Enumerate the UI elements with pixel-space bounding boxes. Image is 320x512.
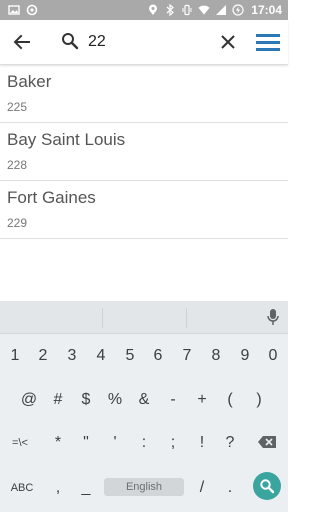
key-exclamation[interactable]: ! [188,428,216,458]
result-code: 229 [7,216,28,230]
result-code: 228 [7,158,28,172]
key-double-quote[interactable]: " [72,428,100,458]
search-icon [60,31,80,51]
key-open-paren[interactable]: ( [216,385,244,415]
keyboard-row-symbols-2: =\< * " ' : ; ! ? [0,428,288,458]
key-0[interactable]: 0 [259,341,287,371]
search-icon [260,479,275,494]
microphone-icon [267,309,279,325]
key-question[interactable]: ? [216,428,244,458]
key-colon[interactable]: : [130,428,158,458]
result-name: Baker [7,72,52,91]
search-input[interactable] [88,30,208,54]
status-right-icons: 17:04 [147,3,288,17]
keyboard-row-symbols-1: @ # $ % & - + ( ) [0,385,288,415]
signal-icon [215,4,227,16]
result-code: 225 [7,100,28,114]
key-more-symbols[interactable]: =\< [6,428,34,458]
key-5[interactable]: 5 [116,341,144,371]
bluetooth-icon [164,4,176,16]
key-plus[interactable]: + [188,385,216,415]
key-single-quote[interactable]: ' [101,428,129,458]
wifi-icon [198,4,210,16]
battery-icon [232,4,244,16]
search-app-bar [0,20,288,65]
list-item[interactable]: Bay Saint Louis 228 [0,123,288,181]
key-8[interactable]: 8 [202,341,230,371]
key-3[interactable]: 3 [58,341,86,371]
key-underscore[interactable]: _ [72,473,100,503]
image-icon [8,4,20,16]
soft-keyboard: 1 2 3 4 5 6 7 8 9 0 @ # $ % & - + ( ) =\… [0,301,288,512]
status-left-icons [0,4,38,16]
key-minus[interactable]: - [159,385,187,415]
keyboard-row-bottom: ABC , _ English / . [0,472,288,503]
result-name: Bay Saint Louis [7,130,126,149]
arrow-left-icon [13,34,30,50]
status-time: 17:04 [251,3,282,17]
close-icon [221,35,235,49]
suggestion-divider [186,308,187,328]
result-name: Fort Gaines [7,188,96,207]
search-action-button[interactable] [253,472,281,500]
back-button[interactable] [10,30,34,54]
key-7[interactable]: 7 [173,341,201,371]
backspace-key[interactable] [256,433,278,451]
status-bar: 17:04 [0,0,288,20]
key-asterisk[interactable]: * [44,428,72,458]
key-slash[interactable]: / [188,473,216,503]
key-period[interactable]: . [216,473,244,503]
key-close-paren[interactable]: ) [245,385,273,415]
suggestion-strip [0,301,288,334]
list-item[interactable]: Baker 225 [0,65,288,123]
key-comma[interactable]: , [44,473,72,503]
clear-search-button[interactable] [216,30,240,54]
key-9[interactable]: 9 [231,341,259,371]
menu-button[interactable] [254,28,282,56]
keyboard-row-numbers: 1 2 3 4 5 6 7 8 9 0 [0,341,288,371]
key-1[interactable]: 1 [1,341,29,371]
key-percent[interactable]: % [101,385,129,415]
location-icon [147,4,159,16]
key-ampersand[interactable]: & [130,385,158,415]
results-list: Baker 225 Bay Saint Louis 228 Fort Gaine… [0,65,288,239]
key-2[interactable]: 2 [29,341,57,371]
space-key[interactable]: English [104,478,184,496]
key-semicolon[interactable]: ; [159,428,187,458]
key-6[interactable]: 6 [144,341,172,371]
key-at[interactable]: @ [15,385,43,415]
key-hash[interactable]: # [44,385,72,415]
key-abc[interactable]: ABC [4,473,40,503]
key-4[interactable]: 4 [87,341,115,371]
vibrate-icon [181,4,193,16]
sync-icon [26,4,38,16]
mic-button[interactable] [263,307,283,327]
suggestion-divider [102,308,103,328]
list-item[interactable]: Fort Gaines 229 [0,181,288,239]
hamburger-menu-icon [256,34,280,51]
key-dollar[interactable]: $ [72,385,100,415]
backspace-icon [258,436,276,448]
